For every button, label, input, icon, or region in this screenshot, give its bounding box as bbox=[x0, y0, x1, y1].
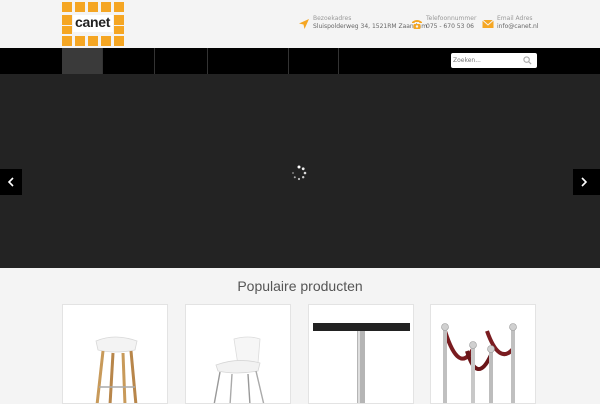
contact-value[interactable]: info@canet.nl bbox=[497, 23, 538, 30]
product-image-bar-stool bbox=[95, 336, 138, 403]
nav-item-4[interactable] bbox=[208, 48, 289, 74]
slider-next-button[interactable] bbox=[573, 169, 600, 195]
product-card-chair[interactable] bbox=[185, 304, 291, 404]
product-card-barrier-posts[interactable] bbox=[430, 304, 536, 404]
loading-spinner-icon bbox=[292, 165, 307, 181]
nav-item-5[interactable] bbox=[289, 48, 339, 74]
product-image-barrier-posts bbox=[441, 323, 517, 403]
search-box bbox=[451, 53, 537, 68]
chevron-right-icon bbox=[581, 177, 588, 187]
envelope-icon bbox=[482, 19, 494, 28]
phone-icon bbox=[412, 20, 422, 29]
site-header: canet Bezoekadres Sluispolderweg 34, 152… bbox=[0, 0, 600, 48]
products-section-title: Populaire producten bbox=[237, 278, 363, 294]
product-image-chair bbox=[213, 336, 265, 403]
contact-label: Bezoekadres bbox=[313, 15, 352, 22]
search-input[interactable] bbox=[453, 54, 521, 67]
product-card-bar-stool[interactable] bbox=[62, 304, 168, 404]
search-icon[interactable] bbox=[523, 56, 532, 65]
chevron-left-icon bbox=[7, 177, 14, 187]
location-arrow-icon bbox=[299, 19, 309, 29]
contact-value: 075 - 670 53 06 bbox=[426, 23, 474, 30]
hero-slider bbox=[0, 74, 600, 268]
nav-item-2[interactable] bbox=[103, 48, 155, 74]
product-image-table bbox=[313, 323, 410, 403]
logo[interactable]: canet bbox=[62, 2, 124, 46]
contact-value: Sluispolderweg 34, 1521RM Zaandam bbox=[313, 23, 428, 30]
slider-prev-button[interactable] bbox=[0, 169, 22, 195]
contact-label: Telefoonnummer bbox=[426, 15, 477, 22]
nav-item-home[interactable] bbox=[62, 48, 103, 74]
product-card-table[interactable] bbox=[308, 304, 414, 404]
logo-text: canet bbox=[75, 14, 111, 30]
main-navbar bbox=[0, 48, 600, 74]
nav-item-3[interactable] bbox=[155, 48, 208, 74]
contact-label: Email Adres bbox=[497, 15, 533, 22]
